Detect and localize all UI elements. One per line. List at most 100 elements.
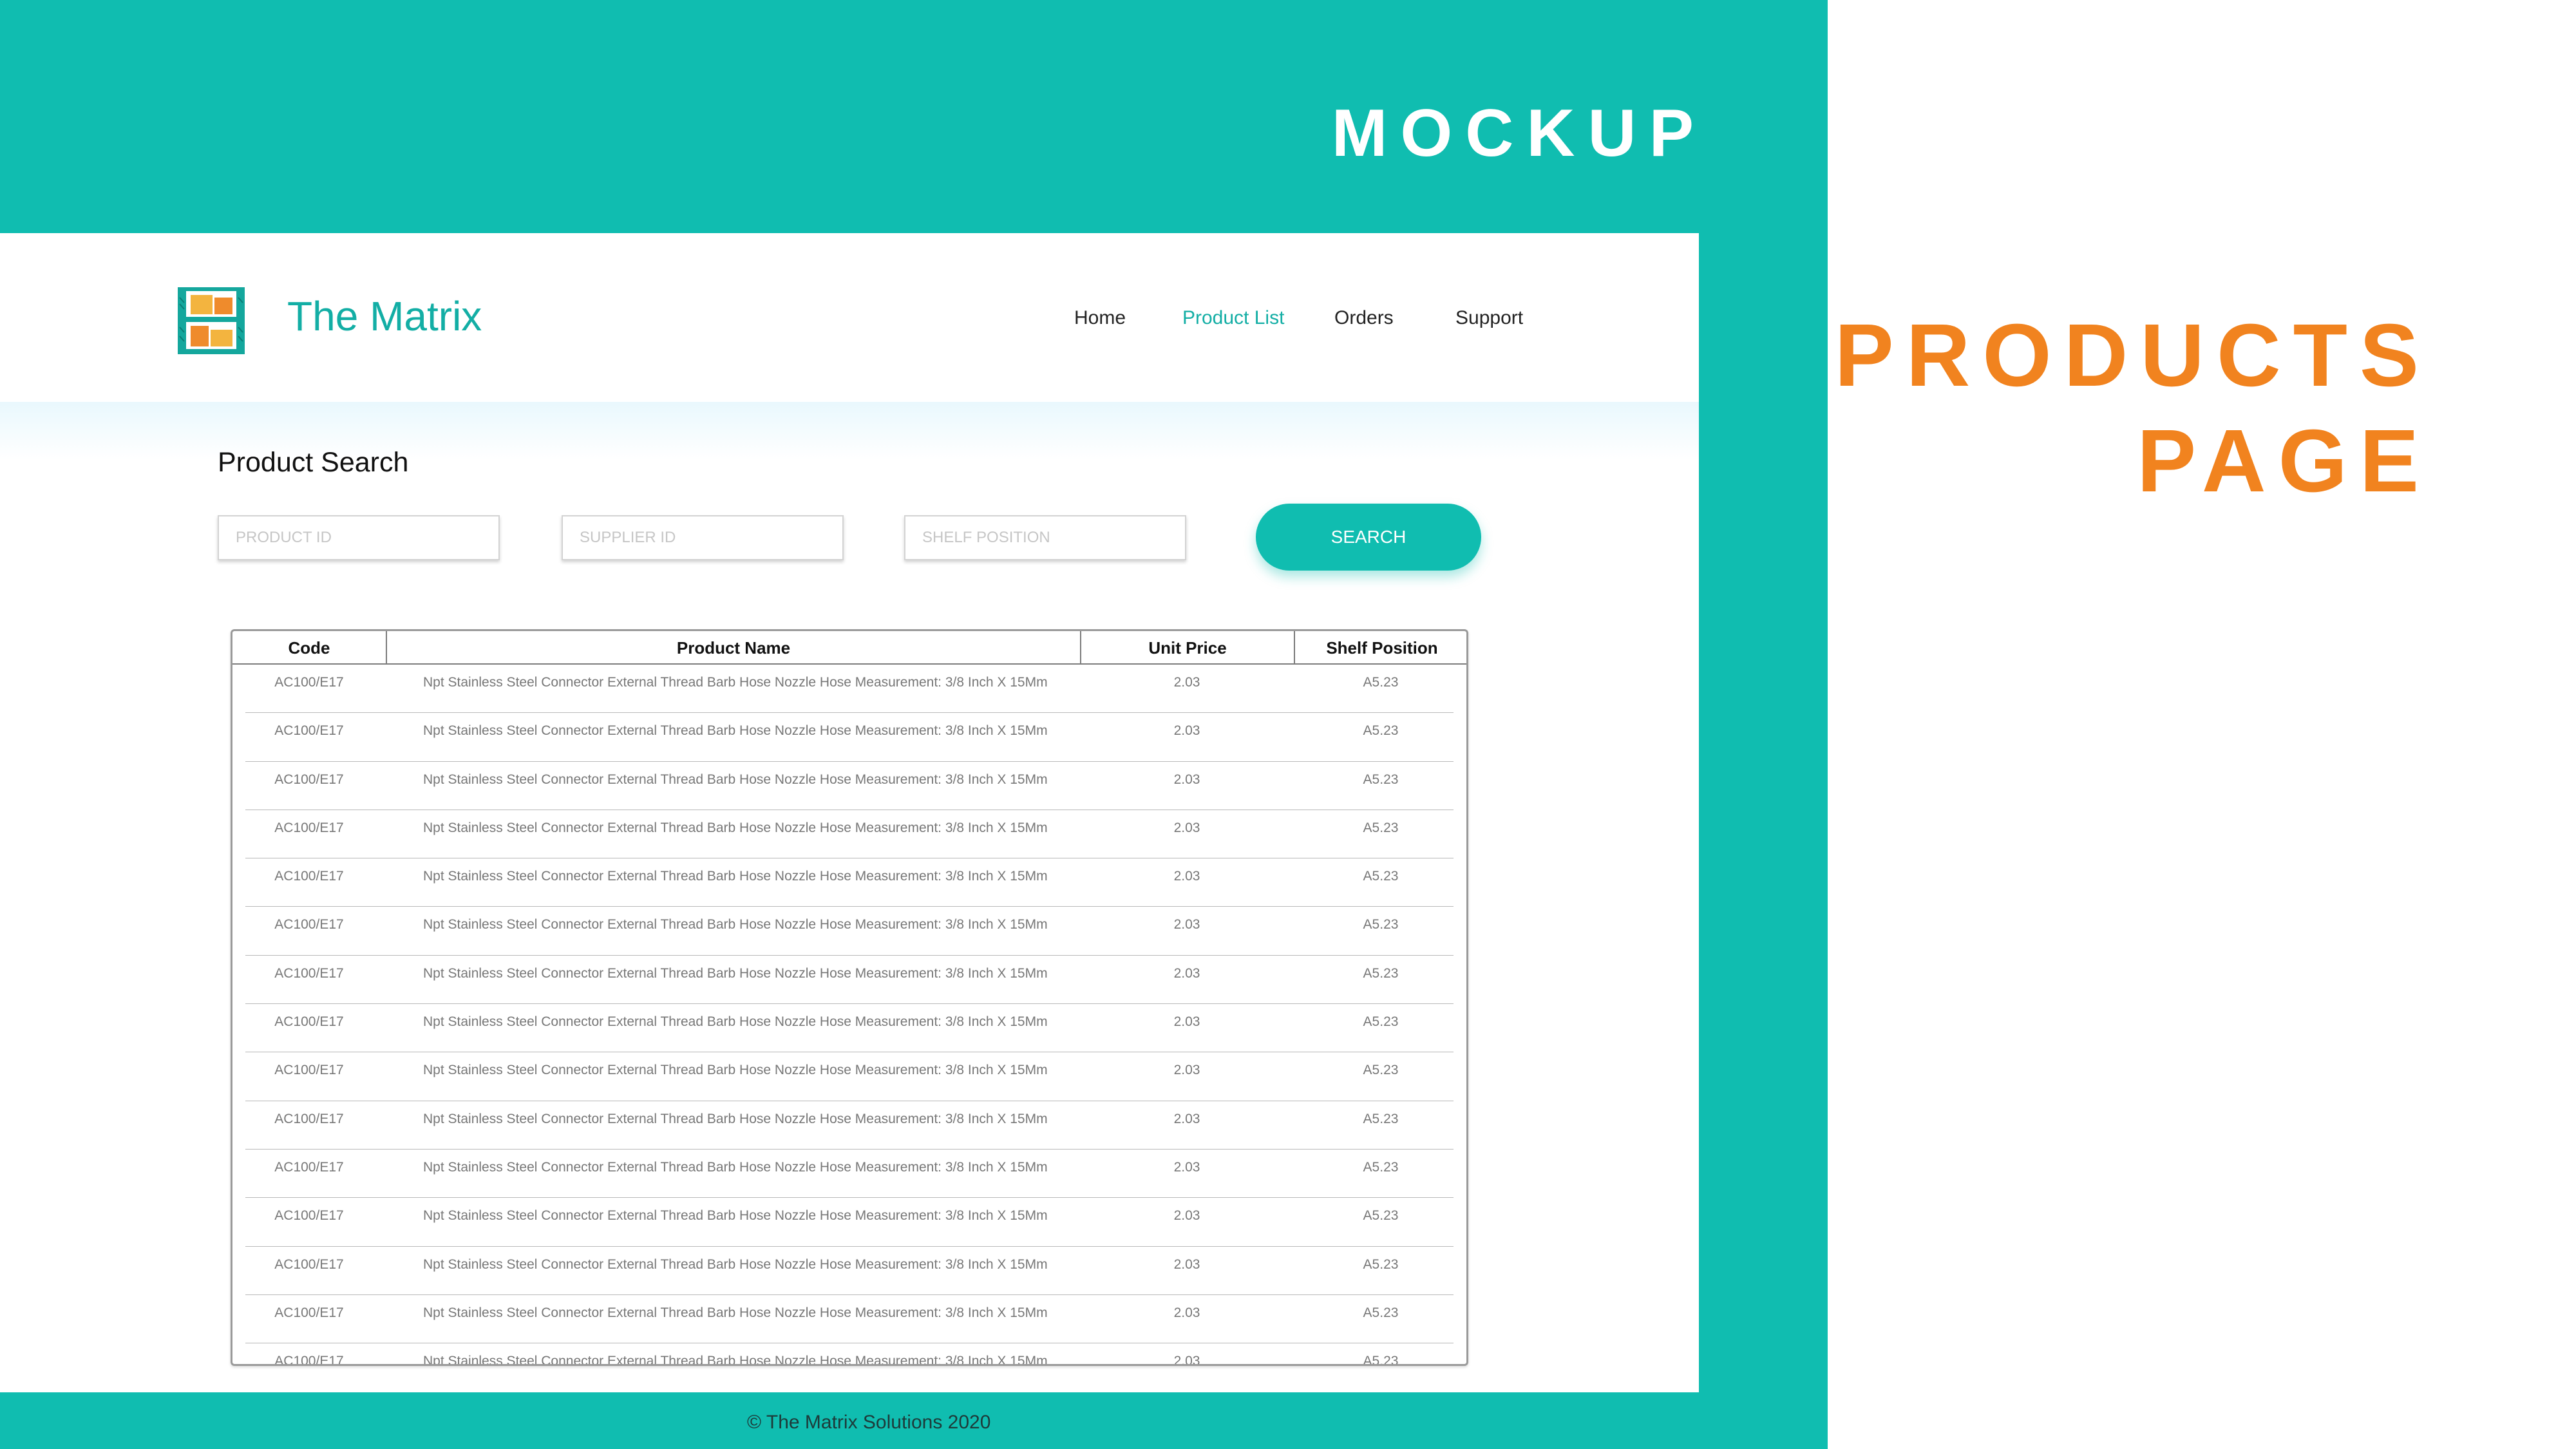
cell-product-name: Npt Stainless Steel Connector External T… (423, 869, 1048, 884)
cell-unit-price: 2.03 (1173, 1305, 1200, 1320)
cell-shelf-position: A5.23 (1363, 1014, 1399, 1030)
cell-shelf-position: A5.23 (1363, 1208, 1399, 1224)
table-row[interactable]: AC100/E17 Npt Stainless Steel Connector E… (232, 665, 1466, 714)
cell-unit-price: 2.03 (1173, 965, 1200, 981)
cell-unit-price: 2.03 (1173, 869, 1200, 884)
warehouse-shelf-icon (178, 287, 245, 354)
cell-shelf-position: A5.23 (1363, 965, 1399, 981)
table-row[interactable]: AC100/E17 Npt Stainless Steel Connector E… (232, 1150, 1466, 1198)
cell-unit-price: 2.03 (1173, 1256, 1200, 1272)
cell-product-name: Npt Stainless Steel Connector External T… (423, 723, 1048, 739)
nav-support[interactable]: Support (1455, 307, 1523, 329)
cell-code: AC100/E17 (274, 675, 344, 690)
table-row[interactable]: AC100/E17 Npt Stainless Steel Connector E… (232, 1343, 1466, 1366)
cell-unit-price: 2.03 (1173, 1014, 1200, 1030)
cell-unit-price: 2.03 (1173, 772, 1200, 787)
supplier-id-input[interactable] (562, 515, 844, 560)
cell-shelf-position: A5.23 (1363, 1256, 1399, 1272)
cell-code: AC100/E17 (274, 1354, 344, 1366)
table-row[interactable]: AC100/E17 Npt Stainless Steel Connector E… (232, 1198, 1466, 1247)
cell-code: AC100/E17 (274, 1111, 344, 1126)
table-row[interactable]: AC100/E17 Npt Stainless Steel Connector E… (232, 956, 1466, 1005)
cell-code: AC100/E17 (274, 1063, 344, 1078)
cell-unit-price: 2.03 (1173, 1111, 1200, 1126)
cell-shelf-position: A5.23 (1363, 820, 1399, 835)
cell-code: AC100/E17 (274, 1159, 344, 1175)
cell-product-name: Npt Stainless Steel Connector External T… (423, 1256, 1048, 1272)
cell-product-name: Npt Stainless Steel Connector External T… (423, 1208, 1048, 1224)
shelf-position-input[interactable] (904, 515, 1186, 560)
slide-title-line-2: PAGE (2137, 412, 2431, 511)
cell-product-name: Npt Stainless Steel Connector External T… (423, 1014, 1048, 1030)
cell-shelf-position: A5.23 (1363, 1159, 1399, 1175)
table-row[interactable]: AC100/E17 Npt Stainless Steel Connector E… (232, 810, 1466, 859)
cell-product-name: Npt Stainless Steel Connector External T… (423, 1159, 1048, 1175)
cell-shelf-position: A5.23 (1363, 1111, 1399, 1126)
cell-unit-price: 2.03 (1173, 820, 1200, 835)
cell-code: AC100/E17 (274, 1256, 344, 1272)
table-row[interactable]: AC100/E17 Npt Stainless Steel Connector E… (232, 1101, 1466, 1150)
cell-code: AC100/E17 (274, 1208, 344, 1224)
brand-name[interactable]: The Matrix (287, 292, 482, 340)
cell-unit-price: 2.03 (1173, 723, 1200, 739)
nav-home[interactable]: Home (1074, 307, 1126, 329)
table-row[interactable]: AC100/E17 Npt Stainless Steel Connector E… (232, 1004, 1466, 1053)
cell-product-name: Npt Stainless Steel Connector External T… (423, 1111, 1048, 1126)
slide-title-line-1: PRODUCTS (1834, 306, 2431, 405)
cell-unit-price: 2.03 (1173, 675, 1200, 690)
product-id-input[interactable] (218, 515, 500, 560)
cell-code: AC100/E17 (274, 772, 344, 787)
table-row[interactable]: AC100/E17 Npt Stainless Steel Connector E… (232, 1295, 1466, 1344)
cell-product-name: Npt Stainless Steel Connector External T… (423, 675, 1048, 690)
cell-code: AC100/E17 (274, 820, 344, 835)
site-header: The Matrix Home Product List Orders Supp… (0, 233, 1699, 402)
nav-orders[interactable]: Orders (1334, 307, 1394, 329)
cell-code: AC100/E17 (274, 965, 344, 981)
cell-code: AC100/E17 (274, 917, 344, 933)
nav-product-list[interactable]: Product List (1182, 307, 1284, 329)
column-header-code[interactable]: Code (232, 631, 386, 665)
cell-code: AC100/E17 (274, 1305, 344, 1320)
column-header-shelf-position[interactable]: Shelf Position (1294, 631, 1466, 665)
cell-unit-price: 2.03 (1173, 1063, 1200, 1078)
cell-shelf-position: A5.23 (1363, 1305, 1399, 1320)
mockup-label: MOCKUP (1331, 96, 1707, 171)
table-row[interactable]: AC100/E17 Npt Stainless Steel Connector E… (232, 1052, 1466, 1101)
cell-shelf-position: A5.23 (1363, 675, 1399, 690)
cell-unit-price: 2.03 (1173, 917, 1200, 933)
cell-unit-price: 2.03 (1173, 1354, 1200, 1366)
table-row[interactable]: AC100/E17 Npt Stainless Steel Connector E… (232, 858, 1466, 907)
cell-shelf-position: A5.23 (1363, 1354, 1399, 1366)
search-button[interactable]: SEARCH (1256, 504, 1481, 571)
footer-copyright: © The Matrix Solutions 2020 (747, 1412, 991, 1433)
cell-shelf-position: A5.23 (1363, 917, 1399, 933)
cell-product-name: Npt Stainless Steel Connector External T… (423, 1063, 1048, 1078)
cell-product-name: Npt Stainless Steel Connector External T… (423, 917, 1048, 933)
cell-unit-price: 2.03 (1173, 1159, 1200, 1175)
table-row[interactable]: AC100/E17 Npt Stainless Steel Connector E… (232, 762, 1466, 811)
cell-code: AC100/E17 (274, 1014, 344, 1030)
mockup-page: The Matrix Home Product List Orders Supp… (0, 233, 1699, 1392)
column-header-unit-price[interactable]: Unit Price (1080, 631, 1294, 665)
table-row[interactable]: AC100/E17 Npt Stainless Steel Connector E… (232, 907, 1466, 956)
table-body: AC100/E17 Npt Stainless Steel Connector E… (232, 665, 1466, 1366)
table-row[interactable]: AC100/E17 Npt Stainless Steel Connector E… (232, 713, 1466, 762)
cell-code: AC100/E17 (274, 869, 344, 884)
cell-code: AC100/E17 (274, 723, 344, 739)
cell-product-name: Npt Stainless Steel Connector External T… (423, 820, 1048, 835)
products-table: Code Product Name Unit Price Shelf Posit… (231, 629, 1468, 1366)
table-row[interactable]: AC100/E17 Npt Stainless Steel Connector E… (232, 1247, 1466, 1296)
cell-shelf-position: A5.23 (1363, 869, 1399, 884)
cell-product-name: Npt Stainless Steel Connector External T… (423, 965, 1048, 981)
cell-product-name: Npt Stainless Steel Connector External T… (423, 772, 1048, 787)
column-header-product-name[interactable]: Product Name (386, 631, 1080, 665)
slide-title: PRODUCTS PAGE (1723, 303, 2431, 514)
product-search-heading: Product Search (218, 447, 409, 478)
cell-shelf-position: A5.23 (1363, 1063, 1399, 1078)
cell-product-name: Npt Stainless Steel Connector External T… (423, 1354, 1048, 1366)
table-header: Code Product Name Unit Price Shelf Posit… (232, 631, 1466, 665)
cell-unit-price: 2.03 (1173, 1208, 1200, 1224)
cell-shelf-position: A5.23 (1363, 723, 1399, 739)
cell-shelf-position: A5.23 (1363, 772, 1399, 787)
cell-product-name: Npt Stainless Steel Connector External T… (423, 1305, 1048, 1320)
